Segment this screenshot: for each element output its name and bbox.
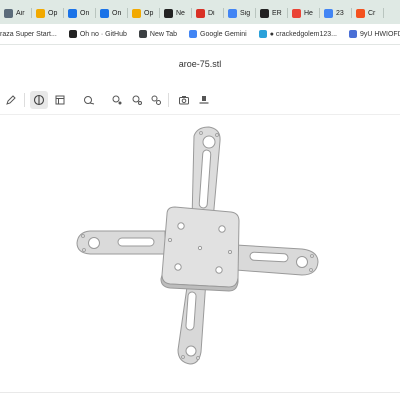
google-icon (228, 8, 237, 18)
tab-strip: Air Op On On Op Ne Di Sig ER He 23 Cr (0, 0, 400, 24)
viewer-toolbar (0, 86, 400, 115)
telegram-icon (258, 30, 267, 38)
model-viewport[interactable] (0, 116, 400, 400)
tab-1[interactable]: Op (32, 3, 64, 23)
tab-title: Air (16, 9, 25, 17)
tab-title: Di (208, 9, 215, 17)
tab-title: Op (144, 9, 154, 17)
bookmark-label: 9yU HWIOFDIHQ(W... (359, 30, 400, 38)
measure-button[interactable] (80, 91, 98, 109)
panel-icon (55, 95, 65, 105)
rotate-view-reset-button[interactable] (147, 91, 165, 109)
gemini-icon (189, 30, 197, 38)
tab-4[interactable]: Op (128, 3, 160, 23)
rotate-view-alt-button[interactable] (128, 91, 146, 109)
bookmark-label: New Tab (149, 30, 177, 38)
panel-button[interactable] (51, 91, 69, 109)
camera-icon (179, 96, 189, 105)
ai-icon (4, 8, 13, 18)
tab-8[interactable]: ER (256, 3, 288, 23)
cross-section-button[interactable] (30, 91, 48, 109)
tab-title: He (304, 9, 313, 17)
notion-icon (164, 8, 173, 18)
tab-9[interactable]: He (288, 3, 320, 23)
tab-title: ER (272, 9, 282, 17)
bookmark-4[interactable]: ● crackedgolem123... (258, 30, 337, 38)
chrome-icon (196, 8, 205, 18)
ground-button[interactable] (195, 91, 213, 109)
spreadsheet-icon (36, 8, 45, 18)
bookmark-3[interactable]: Google Gemini (189, 30, 247, 38)
tab-3[interactable]: On (96, 3, 128, 23)
tab-title: Sig (240, 9, 251, 17)
google-icon (324, 8, 333, 18)
file-name: aroe-75.stl (178, 59, 222, 69)
tab-5[interactable]: Ne (160, 3, 192, 23)
app-icon (356, 8, 365, 18)
gmail-icon (292, 8, 301, 18)
bookmark-1[interactable]: Oh no · GitHub (68, 30, 127, 38)
viewport-bottom-edge (0, 392, 400, 393)
page-icon (100, 8, 109, 18)
edit-icon (6, 95, 16, 105)
ground-icon (199, 96, 209, 104)
tab-title: On (80, 9, 90, 17)
rotate-view-alt-icon (132, 95, 142, 105)
amazon-icon (260, 8, 269, 18)
page-icon (68, 8, 77, 18)
measure-icon (84, 96, 95, 105)
cross-section-icon (33, 94, 45, 106)
tab-title: 23 (336, 9, 344, 17)
bookmark-2[interactable]: New Tab (138, 30, 177, 38)
bookmark-5[interactable]: 9yU HWIOFDIHQ(W... (348, 30, 400, 38)
tab-title: On (112, 9, 122, 17)
bookmark-0[interactable]: raza Super Start... (0, 31, 57, 38)
bookmark-label: Google Gemini (200, 30, 247, 38)
tab-6[interactable]: Di (192, 3, 224, 23)
bookmark-label: Oh no · GitHub (79, 30, 127, 38)
rotate-view-button[interactable] (108, 91, 126, 109)
slot-left (117, 237, 155, 247)
bookmarks-bar: raza Super Start... Oh no · GitHub New Tab… (0, 24, 400, 45)
bookmark-label: raza Super Start... (0, 30, 57, 38)
viewer-title-bar: aroe-75.stl (0, 45, 400, 83)
stl-model (76, 126, 319, 365)
tab-7[interactable]: Sig (224, 3, 256, 23)
tab-0[interactable]: Air (0, 3, 32, 23)
slot-right (249, 251, 289, 263)
new-tab-icon (138, 30, 147, 38)
tab-10[interactable]: 23 (320, 3, 352, 23)
github-icon (68, 30, 77, 38)
edit-button[interactable] (2, 91, 20, 109)
tab-title: Ne (176, 9, 185, 17)
tab-11[interactable]: Cr (352, 3, 384, 23)
tab-2[interactable]: On (64, 3, 96, 23)
doc-icon (348, 30, 357, 38)
tab-title: Cr (368, 9, 376, 17)
rotate-view-icon (112, 95, 122, 105)
screenshot-button[interactable] (175, 91, 193, 109)
bookmark-label: ● crackedgolem123... (269, 30, 337, 38)
rotate-view-reset-icon (151, 95, 161, 105)
tab-title: Op (48, 9, 58, 17)
spreadsheet-icon (132, 8, 141, 18)
